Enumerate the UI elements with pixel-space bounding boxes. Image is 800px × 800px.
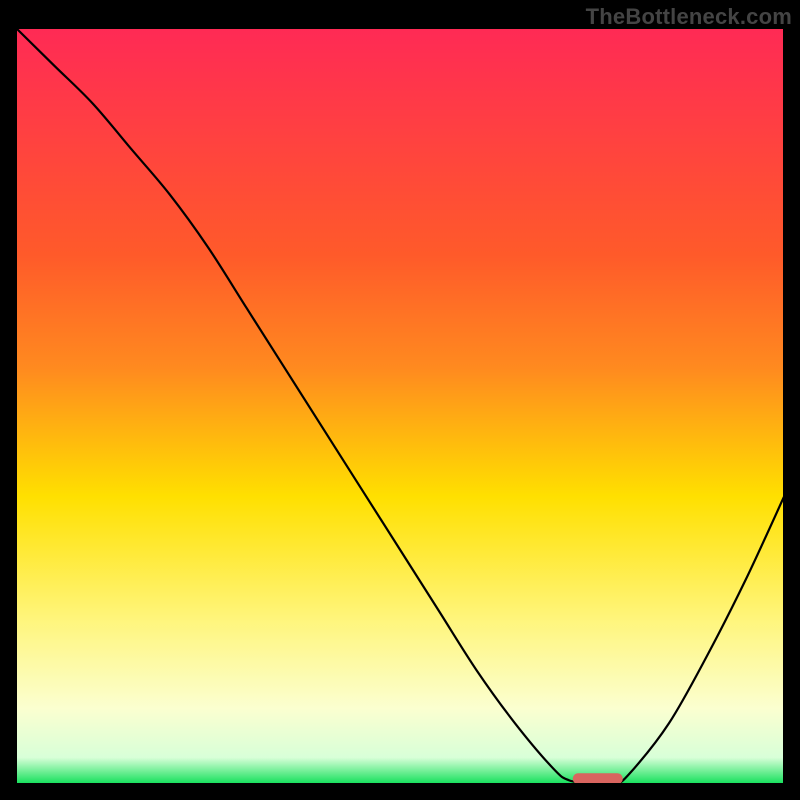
watermark-label: TheBottleneck.com — [586, 4, 792, 30]
optimum-marker — [573, 773, 623, 784]
bottleneck-chart — [0, 0, 800, 800]
chart-container: TheBottleneck.com — [0, 0, 800, 800]
